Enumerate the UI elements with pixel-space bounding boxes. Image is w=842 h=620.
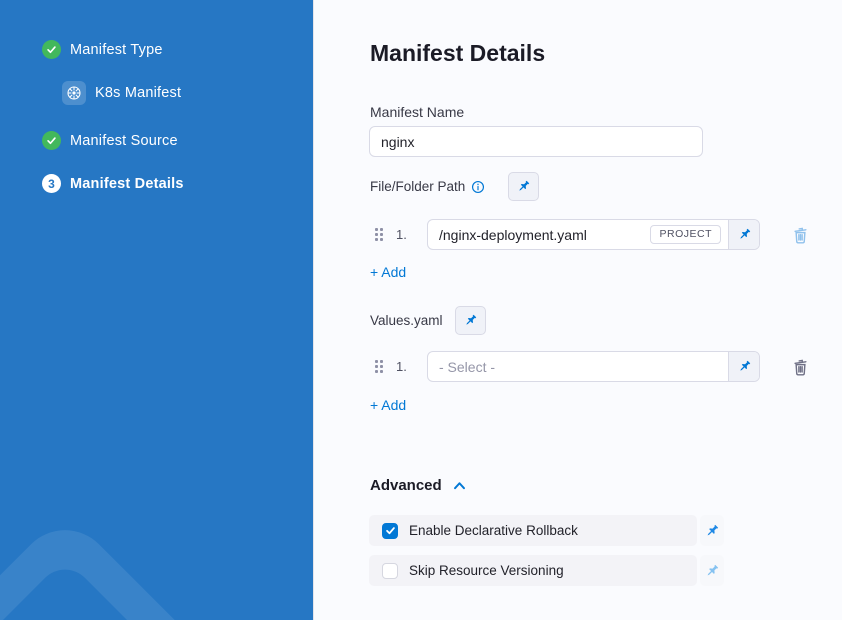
manifest-details-panel: Manifest Details Manifest Name File/Fold… [313, 0, 842, 620]
kubernetes-icon [62, 81, 86, 105]
scope-badge: PROJECT [650, 225, 721, 244]
pin-fixed-value-button[interactable] [700, 555, 724, 586]
file-path-input-group: PROJECT [427, 219, 760, 250]
declarative-rollback-checkbox[interactable] [382, 523, 398, 539]
option-row-declarative-rollback: Enable Declarative Rollback [369, 515, 724, 546]
option-label: Skip Resource Versioning [409, 563, 564, 578]
delete-row-icon[interactable] [790, 356, 810, 377]
sidebar-step-manifest-type[interactable]: Manifest Type [42, 40, 163, 59]
file-path-input[interactable] [428, 220, 650, 249]
manifest-name-input[interactable] [369, 126, 703, 157]
sidebar-step-manifest-source[interactable]: Manifest Source [42, 131, 178, 150]
file-folder-path-row: 1. PROJECT [375, 219, 810, 250]
values-yaml-label-row: Values.yaml [370, 306, 486, 335]
step-complete-icon [42, 40, 61, 59]
delete-row-icon[interactable] [790, 224, 810, 245]
row-index: 1. [396, 227, 412, 242]
manifest-name-label: Manifest Name [370, 104, 464, 120]
add-values-file-link[interactable]: + Add [370, 397, 406, 413]
sidebar-substep-k8s-manifest[interactable]: K8s Manifest [62, 81, 181, 105]
step-label: Manifest Source [70, 133, 178, 149]
advanced-label: Advanced [370, 477, 442, 494]
pin-fixed-value-button[interactable] [728, 220, 759, 249]
file-folder-path-label: File/Folder Path [370, 179, 465, 194]
step-complete-icon [42, 131, 61, 150]
step-label: Manifest Type [70, 42, 163, 58]
option-row-skip-resource-versioning: Skip Resource Versioning [369, 555, 724, 586]
values-select-group [427, 351, 760, 382]
option-main[interactable]: Enable Declarative Rollback [369, 515, 697, 546]
advanced-section-toggle[interactable]: Advanced [370, 477, 466, 494]
values-yaml-row: 1. [375, 351, 810, 382]
file-folder-path-label-row: File/Folder Path [370, 172, 539, 201]
skip-resource-versioning-checkbox[interactable] [382, 563, 398, 579]
values-yaml-label: Values.yaml [370, 313, 443, 328]
step-number-badge: 3 [42, 174, 61, 193]
drag-handle-dots-icon[interactable] [375, 228, 383, 241]
values-select-input[interactable] [428, 352, 728, 381]
step-label: Manifest Details [70, 176, 184, 192]
page-title: Manifest Details [370, 40, 545, 67]
drag-handle-dots-icon[interactable] [375, 360, 383, 373]
pin-fixed-value-button[interactable] [508, 172, 539, 201]
substep-label: K8s Manifest [95, 85, 181, 101]
option-label: Enable Declarative Rollback [409, 523, 578, 538]
pin-fixed-value-button[interactable] [700, 515, 724, 546]
wizard-steps-sidebar: Manifest Type K8s Manifest Manifest Sour… [0, 0, 313, 620]
option-main[interactable]: Skip Resource Versioning [369, 555, 697, 586]
pin-fixed-value-button[interactable] [455, 306, 486, 335]
row-index: 1. [396, 359, 412, 374]
manifest-wizard: Manifest Type K8s Manifest Manifest Sour… [0, 0, 842, 620]
chevron-up-icon [453, 481, 466, 490]
pin-fixed-value-button[interactable] [728, 352, 759, 381]
sidebar-step-manifest-details[interactable]: 3 Manifest Details [42, 174, 184, 193]
add-file-path-link[interactable]: + Add [370, 264, 406, 280]
info-icon[interactable] [471, 180, 485, 194]
